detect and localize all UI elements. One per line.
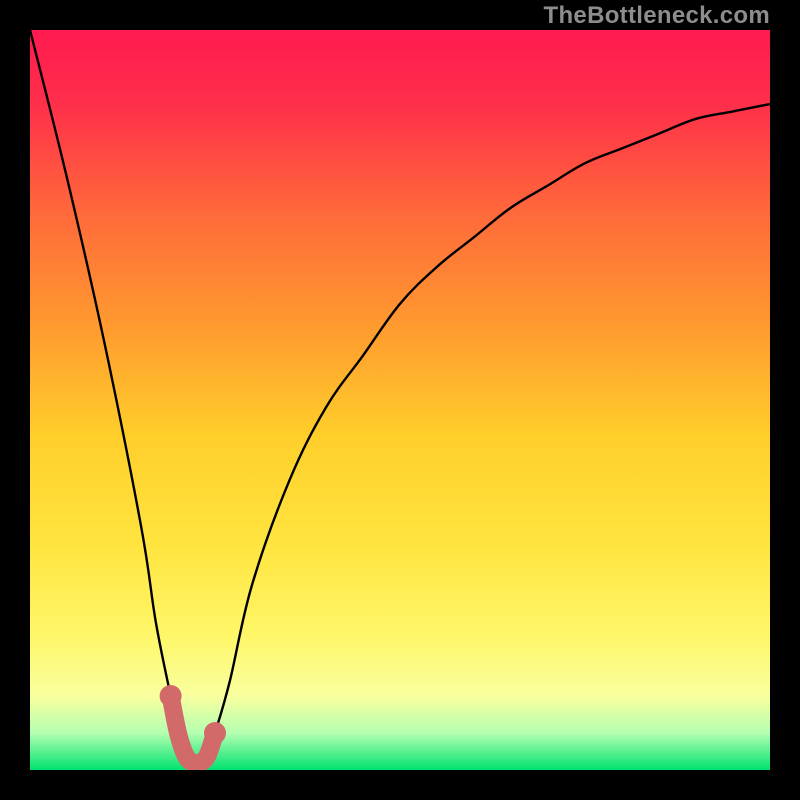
highlight-endpoint: [204, 722, 226, 744]
watermark-text: TheBottleneck.com: [544, 2, 770, 30]
bottleneck-curve: [30, 30, 770, 764]
chart-svg: [30, 30, 770, 770]
highlight-endpoint: [160, 685, 182, 707]
chart-plot-area: [30, 30, 770, 770]
